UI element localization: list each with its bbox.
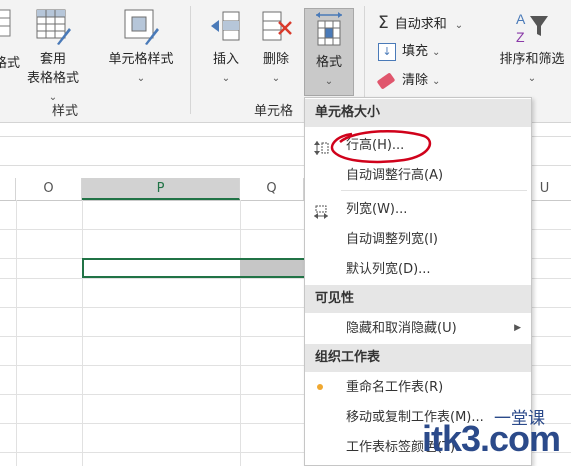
menu-item-autofit-column-width[interactable]: 自动调整列宽(I) (305, 225, 531, 254)
insert-label: 插入 (212, 52, 239, 67)
rename-sheet-label: 重命名工作表(R) (346, 380, 444, 395)
column-header-p[interactable]: P (82, 178, 240, 200)
format-as-table-line1: 套用 (39, 52, 66, 67)
menu-divider (341, 190, 527, 191)
format-as-table-button[interactable]: 套用 表格格式 ⌄ (22, 8, 84, 107)
chevron-down-icon: ⌄ (221, 73, 231, 84)
column-width-icon (313, 202, 329, 219)
section-header-visibility: 可见性 (305, 285, 531, 313)
fill-label: 填充 (402, 44, 429, 59)
column-line (240, 200, 241, 466)
chevron-down-icon: ⌄ (432, 47, 441, 58)
fill-down-icon: ↓ (378, 42, 396, 61)
conditional-format-button-partial[interactable]: 格式 (0, 8, 20, 73)
sigma-icon: Σ (378, 13, 389, 33)
column-header-q[interactable]: Q (240, 178, 304, 200)
autosum-button[interactable]: Σ 自动求和 ⌄ (378, 12, 463, 34)
svg-text:A: A (516, 11, 526, 27)
submenu-arrow-icon: ▶ (514, 323, 521, 333)
chevron-down-icon: ⌄ (271, 73, 281, 84)
menu-item-default-width[interactable]: 默认列宽(D)... (305, 255, 531, 284)
autofit-row-height-label: 自动调整行高(A) (346, 168, 444, 183)
chevron-down-icon: ⌄ (324, 76, 334, 87)
chevron-down-icon: ⌄ (527, 73, 537, 84)
watermark: 一堂课 itk3.com (422, 404, 570, 464)
watermark-text: itk3.com (422, 418, 561, 459)
rename-dot-icon (317, 384, 323, 390)
svg-text:Z: Z (516, 29, 525, 45)
section-header-cell-size: 单元格大小 (305, 99, 531, 127)
cells-group-label: 单元格 (254, 104, 294, 119)
group-divider (190, 6, 191, 114)
autofit-column-width-label: 自动调整列宽(I) (346, 232, 438, 247)
selected-range[interactable] (82, 258, 312, 278)
delete-icon (259, 8, 293, 46)
table-grid-icon (0, 8, 18, 38)
clear-button[interactable]: 清除 ⌄ (376, 70, 441, 92)
column-line (82, 200, 83, 466)
column-line (16, 200, 17, 466)
menu-item-hide-unhide[interactable]: 隐藏和取消隐藏(U) ▶ (305, 314, 531, 343)
menu-item-rename-sheet[interactable]: 重命名工作表(R) (305, 373, 531, 402)
cell-styles-button[interactable]: 单元格样式 ⌄ (100, 8, 182, 88)
sort-filter-button[interactable]: A Z 排序和筛选 ⌄ (490, 8, 571, 88)
insert-cells-button[interactable]: 插入 ⌄ (204, 8, 248, 88)
partial-button-label: 格式 (0, 56, 21, 71)
column-header-o[interactable]: O (16, 178, 82, 200)
hide-unhide-label: 隐藏和取消隐藏(U) (346, 321, 457, 336)
menu-item-column-width[interactable]: 列宽(W)... (305, 195, 531, 224)
sort-filter-icon: A Z (512, 8, 552, 46)
format-label: 格式 (315, 55, 342, 70)
insert-icon (209, 8, 243, 46)
sort-filter-label: 排序和筛选 (499, 52, 565, 67)
format-button[interactable]: 格式 ⌄ (304, 8, 354, 96)
column-width-label: 列宽(W)... (346, 202, 408, 217)
cell-styles-label: 单元格样式 (108, 52, 174, 67)
delete-cells-button[interactable]: 删除 ⌄ (254, 8, 298, 88)
clear-label: 清除 (402, 73, 429, 88)
default-width-label: 默认列宽(D)... (346, 262, 431, 277)
autosum-label: 自动求和 (394, 17, 447, 32)
column-header-partial[interactable] (0, 178, 16, 200)
fill-button[interactable]: ↓ 填充 ⌄ (378, 41, 440, 63)
annotation-circle (330, 129, 432, 164)
styles-group-label: 样式 (52, 104, 79, 119)
format-cells-icon (312, 11, 346, 49)
delete-label: 删除 (262, 52, 289, 67)
format-as-table-line2: 表格格式 (26, 71, 79, 86)
chevron-down-icon: ⌄ (136, 73, 146, 84)
eraser-icon (376, 71, 396, 90)
table-style-icon (35, 8, 71, 46)
section-header-organize-sheets: 组织工作表 (305, 344, 531, 372)
chevron-down-icon: ⌄ (454, 20, 464, 31)
cell-style-icon (123, 8, 159, 46)
chevron-down-icon: ⌄ (432, 76, 441, 87)
